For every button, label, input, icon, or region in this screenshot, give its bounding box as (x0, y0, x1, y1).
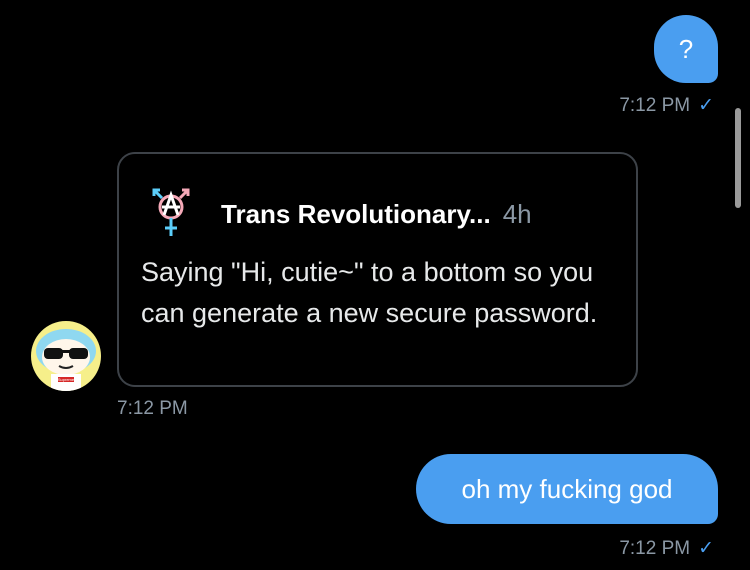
avatar-badge-text: Supreme (58, 377, 75, 382)
sender-avatar[interactable]: Supreme (31, 321, 101, 391)
tweet-age: 4h (502, 199, 532, 229)
trans-anarchy-symbol-icon (152, 188, 190, 236)
tweet-text: Saying "Hi, cutie~" to a bottom so you c… (141, 257, 598, 328)
sent-message-bubble[interactable]: oh my fucking god (416, 454, 718, 524)
read-check-icon: ✓ (698, 95, 714, 116)
tweet-author-name[interactable]: Trans Revolutionary... (221, 199, 491, 229)
message-timestamp: 7:12 PM ✓ (619, 537, 714, 560)
sent-message-text: oh my fucking god (461, 473, 673, 504)
read-check-icon: ✓ (698, 538, 714, 559)
timestamp-text: 7:12 PM (619, 95, 691, 116)
message-timestamp: 7:12 PM (117, 398, 188, 420)
scrollbar[interactable] (735, 108, 741, 208)
timestamp-text: 7:12 PM (117, 398, 188, 419)
sunglasses-character-avatar-icon: Supreme (31, 321, 101, 391)
message-timestamp: 7:12 PM ✓ (619, 94, 714, 117)
tweet-header: Trans Revolutionary... 4h (221, 199, 532, 230)
sent-message-bubble[interactable]: ? (654, 15, 718, 83)
timestamp-text: 7:12 PM (619, 538, 691, 559)
sent-message-text: ? (678, 33, 694, 64)
shared-tweet-card[interactable]: Trans Revolutionary... 4h Saying "Hi, cut… (117, 152, 638, 387)
